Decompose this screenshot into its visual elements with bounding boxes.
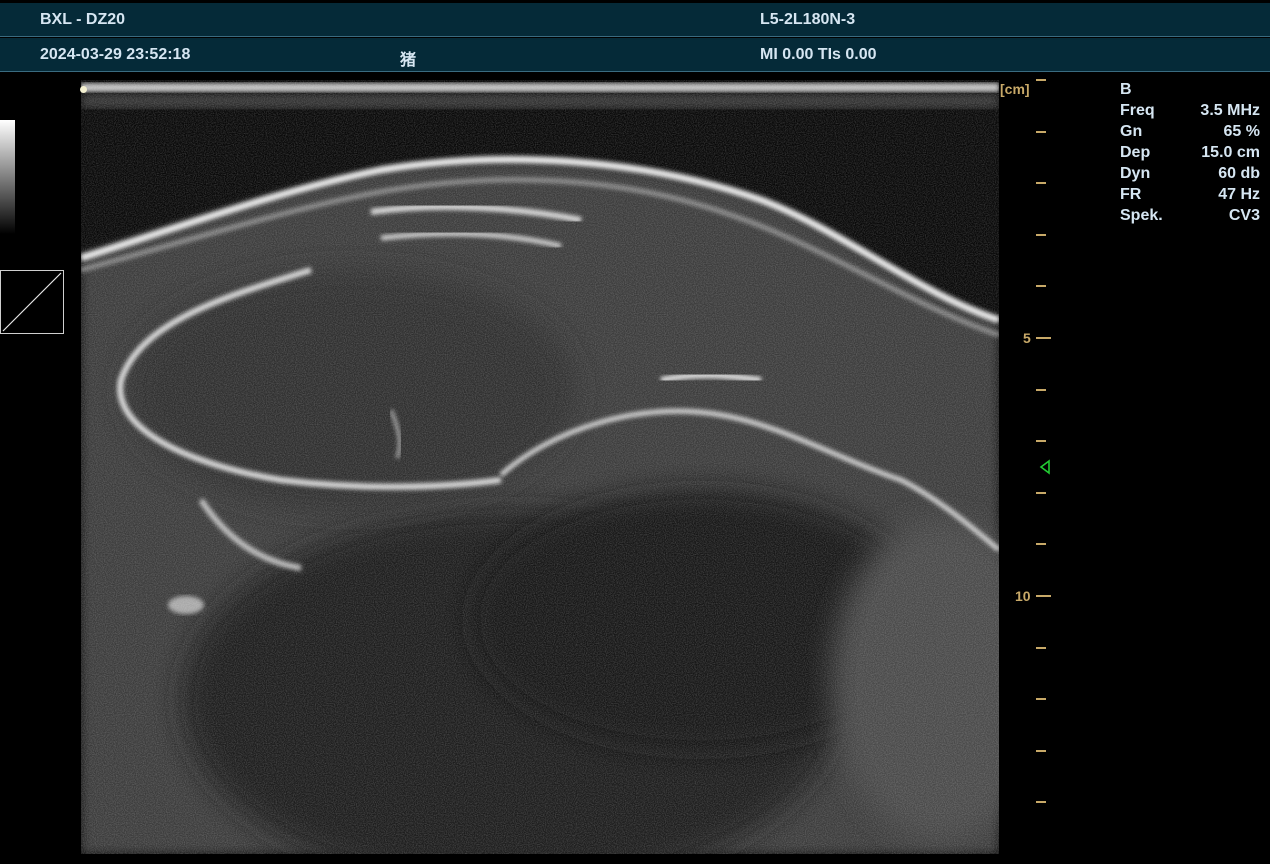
depth-tick [1036, 389, 1046, 391]
param-value: 47 Hz [1218, 186, 1260, 203]
depth-tick [1036, 492, 1046, 494]
param-label: Freq [1120, 102, 1155, 119]
param-value: 60 db [1218, 165, 1260, 182]
patient-label: 猪 [400, 52, 417, 69]
depth-tick [1036, 440, 1046, 442]
depth-tick [1036, 647, 1046, 649]
gray-map-curve-icon [2, 272, 62, 332]
param-row-speckle: Spek. CV3 [1120, 207, 1260, 228]
parameter-panel: B Freq 3.5 MHz Gn 65 % Dep 15.0 cm Dyn 6… [1120, 81, 1260, 228]
depth-tick [1036, 79, 1046, 81]
focus-dot [80, 86, 87, 93]
header-row-top: BXL - DZ20 L5-2L180N-3 [0, 3, 1270, 37]
depth-unit-label: [cm] [1000, 81, 1030, 97]
param-label: Dep [1120, 144, 1151, 161]
depth-tick [1036, 234, 1046, 236]
param-value: 65 % [1223, 123, 1260, 140]
param-value: 15.0 cm [1201, 144, 1260, 161]
depth-tick [1036, 750, 1046, 752]
safety-index-label: MI 0.00 TIs 0.00 [760, 46, 877, 63]
depth-tick [1036, 801, 1046, 803]
param-row-dynamic-range: Dyn 60 db [1120, 165, 1260, 186]
param-row-depth: Dep 15.0 cm [1120, 144, 1260, 165]
datetime-label: 2024-03-29 23:52:18 [40, 46, 191, 63]
depth-label-10: 10 [1015, 588, 1031, 604]
header-row-bottom: 2024-03-29 23:52:18 猪 MI 0.00 TIs 0.00 [0, 38, 1270, 72]
param-label: Gn [1120, 123, 1143, 140]
grayscale-bar [0, 120, 15, 234]
probe-label: L5-2L180N-3 [760, 11, 856, 28]
focus-marker-icon[interactable] [1038, 459, 1052, 475]
site-device-label: BXL - DZ20 [40, 11, 126, 28]
imaging-mode-label: B [1120, 81, 1132, 98]
gray-map-curve [0, 270, 64, 334]
depth-tick [1036, 285, 1046, 287]
ultrasound-image-graphic [81, 80, 999, 854]
depth-tick [1036, 543, 1046, 545]
param-value: 3.5 MHz [1200, 102, 1260, 119]
depth-label-5: 5 [1023, 330, 1031, 346]
depth-tick [1036, 595, 1051, 597]
param-label: FR [1120, 186, 1142, 203]
param-row-frame-rate: FR 47 Hz [1120, 186, 1260, 207]
ultrasound-image[interactable] [81, 80, 999, 854]
param-row-freq: Freq 3.5 MHz [1120, 102, 1260, 123]
depth-tick [1036, 698, 1046, 700]
depth-tick [1036, 182, 1046, 184]
param-label: Dyn [1120, 165, 1151, 182]
param-row-gain: Gn 65 % [1120, 123, 1260, 144]
param-value: CV3 [1228, 207, 1260, 224]
depth-tick [1036, 337, 1051, 339]
depth-tick [1036, 131, 1046, 133]
param-label: Spek. [1120, 207, 1163, 224]
